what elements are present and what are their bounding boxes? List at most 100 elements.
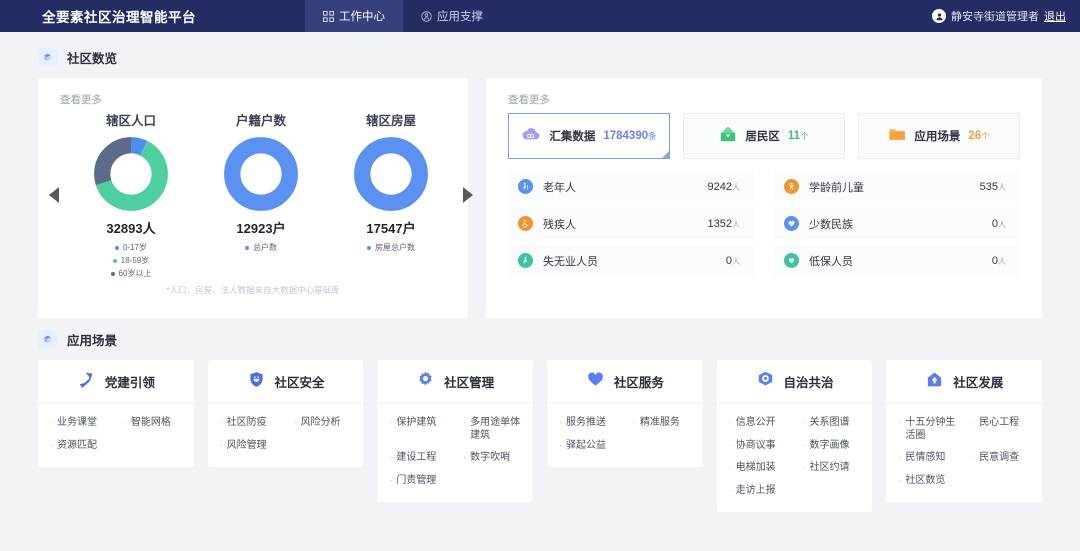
scenario-item-label: 电梯加装 bbox=[735, 462, 776, 473]
scenario-item[interactable]: · 关系图谱 bbox=[795, 412, 869, 435]
donut-carousel: 辖区人口 32893人 0-17岁 18-59岁 60岁以上 户籍户数 1292… bbox=[38, 107, 473, 282]
chip-app-scenarios[interactable]: 应用场景 26个 bbox=[858, 113, 1020, 159]
scenario-item[interactable]: · 建设工程 bbox=[381, 447, 455, 470]
scenario-item[interactable]: · 数字画像 bbox=[795, 435, 869, 458]
bullet-icon: · bbox=[50, 439, 53, 450]
donut-svg-population bbox=[94, 137, 168, 211]
overview-section-title: 社区数览 bbox=[67, 51, 118, 66]
scenario-item-label: 社区防疫 bbox=[226, 417, 267, 428]
datapanel-view-more-link[interactable]: 查看更多 bbox=[486, 78, 1042, 107]
elderly-icon bbox=[518, 179, 533, 194]
legend-dot-icon bbox=[112, 258, 117, 263]
chip-label: 应用场景 bbox=[914, 131, 961, 143]
scenario-item[interactable]: · 精准服务 bbox=[625, 412, 699, 435]
scenario-item[interactable]: · 民情感知 bbox=[890, 447, 964, 470]
donut-chart-population: 辖区人口 32893人 0-17岁 18-59岁 60岁以上 bbox=[66, 110, 196, 279]
scenario-item[interactable]: · 民意调查 bbox=[964, 447, 1038, 470]
stat-row-unemployed[interactable]: 失无业人员 0人 bbox=[508, 245, 754, 276]
overview-view-more-link[interactable]: 查看更多 bbox=[38, 78, 468, 107]
scenario-card-community-service[interactable]: 社区服务 · 服务推送 · 精准服务 · 驿起公益 bbox=[547, 360, 703, 467]
donut-svg-households bbox=[224, 137, 298, 211]
scenario-item[interactable]: · 智能网格 bbox=[116, 412, 190, 435]
scenario-card-party-building[interactable]: 党建引领 · 业务课堂 · 智能网格 · 资源匹配 bbox=[38, 360, 194, 467]
grid-icon bbox=[323, 10, 334, 22]
scenario-item[interactable]: · 服务推送 bbox=[551, 412, 625, 435]
chip-collected-data[interactable]: 汇集数据 1784390条 bbox=[508, 113, 670, 159]
scenario-item[interactable]: · 电梯加装 bbox=[721, 457, 795, 480]
scenario-item[interactable]: · 风险分析 bbox=[286, 412, 360, 435]
prev-arrow-icon bbox=[49, 186, 59, 203]
bullet-icon: · bbox=[559, 439, 563, 450]
scenario-card-self-governance[interactable]: 自治共治 · 信息公开 · 关系图谱 · 协商议事 · 数字画像 · 电梯加装 · 社区约请… bbox=[716, 360, 873, 512]
bullet-icon: · bbox=[559, 417, 563, 427]
scenarios-section-title: 应用场景 bbox=[67, 333, 118, 348]
welfare-icon bbox=[784, 253, 799, 268]
bullet-icon: · bbox=[898, 474, 902, 485]
carousel-next-button[interactable] bbox=[456, 186, 480, 203]
scenario-item[interactable]: · 信息公开 bbox=[721, 412, 795, 435]
stat-value: 9242人 bbox=[708, 181, 740, 193]
scenario-item[interactable]: · 门责管理 bbox=[381, 470, 455, 493]
scenario-card-community-development[interactable]: 社区发展 · 十五分钟生活圈 · 民心工程 · 民情感知 · 民意调查 · 社区数览 bbox=[886, 360, 1043, 502]
scenario-item[interactable]: · 驿起公益 bbox=[551, 435, 625, 458]
scenario-card-title: 社区服务 bbox=[613, 376, 664, 390]
legend-item: 0-17岁 bbox=[114, 242, 147, 253]
stat-value: 1352人 bbox=[708, 218, 740, 230]
scenario-item[interactable]: · 社区防疫 bbox=[212, 412, 286, 435]
logout-link[interactable]: 退出 bbox=[1044, 8, 1066, 24]
chip-value-unit: 条 bbox=[648, 131, 657, 141]
stat-label: 学龄前儿童 bbox=[809, 181, 864, 194]
scenario-card-community-safety[interactable]: 社区安全 · 社区防疫 · 风险分析 · 风险管理 bbox=[207, 360, 364, 467]
scenario-item[interactable]: · 协商议事 bbox=[721, 435, 795, 458]
scenario-item-label: 建设工程 bbox=[396, 452, 437, 463]
legend-item: 房屋总户数 bbox=[367, 242, 415, 253]
jobless-icon bbox=[518, 253, 533, 268]
stat-label: 失无业人员 bbox=[543, 255, 598, 268]
scenario-item[interactable]: · 业务课堂 bbox=[42, 412, 116, 435]
scenario-item-label: 关系图谱 bbox=[809, 417, 850, 428]
user-name: 静安寺街道管理者 bbox=[951, 11, 1039, 23]
scenario-item[interactable]: · 保护建筑 bbox=[381, 412, 455, 447]
legend-dot-icon bbox=[367, 245, 371, 250]
donut-svg-houses bbox=[354, 137, 428, 211]
scenario-item[interactable]: · 风险管理 bbox=[212, 435, 286, 458]
stat-row-ethnic-minority[interactable]: 少数民族 0人 bbox=[774, 208, 1020, 239]
bullet-icon: · bbox=[728, 484, 732, 495]
stat-row-preschool-children[interactable]: 学龄前儿童 535人 bbox=[774, 171, 1020, 202]
scenario-card-community-management[interactable]: 社区管理 · 保护建筑 · 多用途单体建筑 · 建设工程 · 数字吹哨 · 门责管理 bbox=[377, 360, 534, 502]
heart-icon bbox=[586, 370, 605, 394]
scenario-card-header: 社区发展 bbox=[886, 360, 1043, 404]
overview-panels: 查看更多 辖区人口 32893人 0-17岁 18-59岁 60岁以上 户籍户数… bbox=[38, 78, 1042, 318]
scenario-card-title: 自治共治 bbox=[783, 376, 834, 390]
summary-chip-row: 汇集数据 1784390条 居民区 11个 应用场景 26个 bbox=[486, 107, 1042, 159]
bullet-icon: · bbox=[293, 417, 297, 427]
scenario-item-list: · 业务课堂 · 智能网格 · 资源匹配 bbox=[38, 404, 194, 467]
stat-row-elderly[interactable]: 老年人 9242人 bbox=[508, 171, 754, 202]
scenario-item[interactable]: · 资源匹配 bbox=[42, 435, 116, 458]
stat-value-number: 535 bbox=[979, 180, 998, 193]
bullet-icon: · bbox=[632, 417, 636, 427]
legend-dot-icon bbox=[114, 245, 119, 250]
bullet-icon: · bbox=[728, 417, 732, 427]
stat-row-disabled[interactable]: 残疾人 1352人 bbox=[508, 208, 754, 239]
scenario-item[interactable]: · 民心工程 bbox=[964, 412, 1038, 447]
chip-residential-areas[interactable]: 居民区 11个 bbox=[683, 113, 845, 159]
scenario-item[interactable]: · 走访上报 bbox=[721, 480, 795, 503]
bullet-icon: · bbox=[972, 417, 976, 427]
stat-label: 少数民族 bbox=[809, 218, 853, 231]
next-arrow-icon bbox=[463, 186, 473, 203]
scenario-item[interactable]: · 十五分钟生活圈 bbox=[890, 412, 964, 447]
wheelchair-icon bbox=[518, 216, 533, 231]
bullet-icon: · bbox=[219, 417, 223, 427]
scenario-item[interactable]: · 社区约请 bbox=[795, 457, 869, 480]
bullet-icon: · bbox=[728, 439, 732, 450]
tab-app-support[interactable]: 应用支撑 bbox=[403, 0, 501, 32]
scenario-item[interactable]: · 社区数览 bbox=[890, 470, 964, 493]
tab-work-center[interactable]: 工作中心 bbox=[305, 0, 403, 32]
carousel-prev-button[interactable] bbox=[42, 186, 66, 203]
scenario-item[interactable]: · 多用途单体建筑 bbox=[455, 412, 529, 447]
scenario-item[interactable]: · 数字吹哨 bbox=[455, 447, 529, 470]
stat-row-low-income[interactable]: 低保人员 0人 bbox=[774, 245, 1020, 276]
stat-value: 0人 bbox=[992, 255, 1006, 267]
scenario-item-list: · 保护建筑 · 多用途单体建筑 · 建设工程 · 数字吹哨 · 门责管理 bbox=[377, 404, 533, 502]
